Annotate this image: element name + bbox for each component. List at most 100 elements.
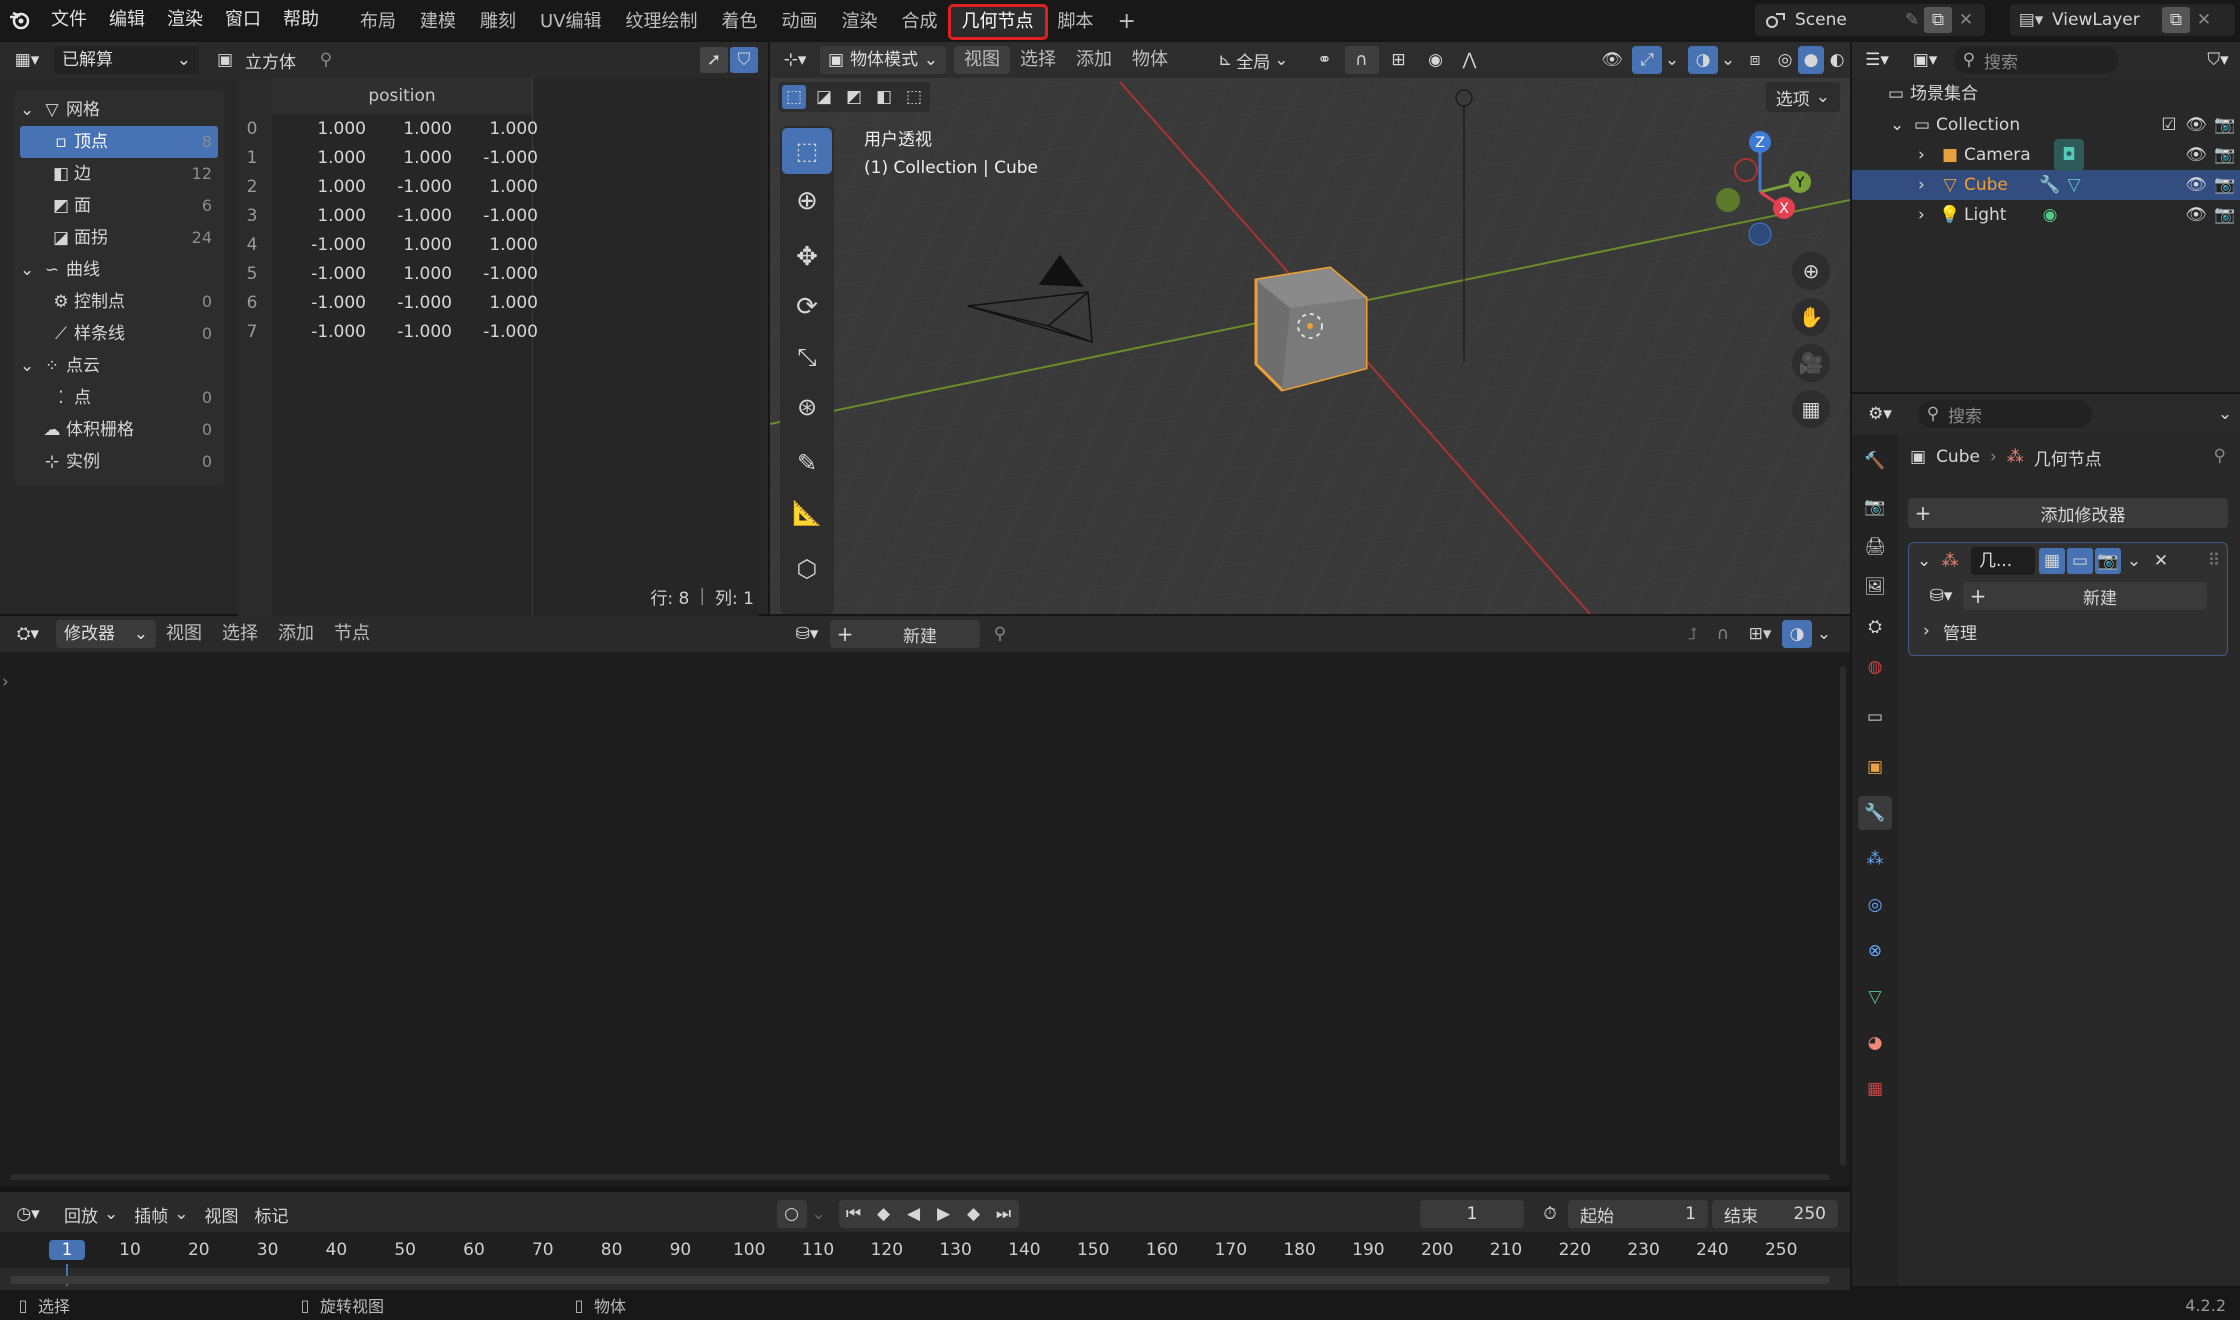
zoom-icon[interactable]: ⊕ (1792, 252, 1830, 290)
tree-item-point[interactable]: ⁚ 点 0 (14, 382, 224, 414)
tree-item-volume[interactable]: ☁ 体积栅格 0 (14, 414, 224, 446)
chevron-down-icon[interactable]: ⌄ (1917, 551, 1935, 571)
tab-sculpting[interactable]: 雕刻 (468, 6, 528, 38)
next-keyframe-icon[interactable]: ◆ (959, 1204, 989, 1224)
data-tab-icon[interactable]: ▽ (1858, 980, 1892, 1014)
keying-menu[interactable]: 插帧 ⌄ (126, 1202, 196, 1227)
outliner-item-cube[interactable]: › ▽ Cube 🔧 ▽ 👁 📷 (1852, 170, 2240, 200)
perspective-toggle-icon[interactable]: ▦ (1792, 390, 1830, 428)
render-camera-icon[interactable]: 📷 (2210, 169, 2240, 201)
material-tab-icon[interactable]: ◕ (1858, 1026, 1892, 1060)
node-tree-type-dropdown[interactable]: 修改器 ⌄ (56, 620, 156, 648)
timeline-menu-marker[interactable]: 标记 (247, 1202, 297, 1227)
snap-icon[interactable]: ∩ (1708, 624, 1738, 644)
sidebar-expand-icon[interactable]: › (2, 672, 9, 692)
jump-end-icon[interactable]: ⏭ (989, 1204, 1019, 1224)
tree-item-mesh[interactable]: ⌄ ▽ 网格 (14, 94, 224, 126)
manage-subpanel[interactable]: › 管理 (1909, 613, 2227, 649)
physics-tab-icon[interactable]: ◎ (1858, 888, 1892, 922)
pin-icon[interactable]: ✎ (1900, 10, 1924, 30)
modifier-name-field[interactable]: 几... (1971, 547, 2035, 575)
properties-search-input[interactable]: ⚲ 搜索 (1918, 400, 2092, 428)
tree-item-face-corner[interactable]: ◪ 面拐 24 (14, 222, 224, 254)
node-tree-browse-icon[interactable]: ⛁▾ (1919, 586, 1963, 606)
new-node-group-button[interactable]: + 新建 (1963, 582, 2207, 610)
timer-icon[interactable]: ⏱ (1532, 1204, 1568, 1224)
render-toggle-icon[interactable]: 📷 (2095, 548, 2121, 574)
editor-type-node-icon[interactable]: ⛭▾ (0, 624, 56, 644)
scene-selector[interactable]: Scene ✎ ⧉ ✕ (1755, 4, 1985, 36)
tab-uv-editing[interactable]: UV编辑 (528, 6, 614, 38)
scene-tab-icon[interactable]: ⛭ (1858, 610, 1892, 644)
play-reverse-icon[interactable]: ◀ (899, 1204, 929, 1224)
new-scene-icon[interactable]: ⧉ (1924, 7, 1952, 33)
node-menu-select[interactable]: 选择 (212, 620, 268, 648)
tree-item-curve[interactable]: ⌄ ∽ 曲线 (14, 254, 224, 286)
chevron-down-icon[interactable]: ⌄ (2210, 404, 2240, 424)
chevron-down-icon[interactable]: ⌄ (1812, 624, 1836, 644)
scene-collection-row[interactable]: ▭ 场景集合 (1852, 78, 2240, 110)
filter-icon[interactable]: ⛉ (730, 47, 758, 73)
chevron-down-icon[interactable]: ⌄ (807, 1204, 831, 1224)
column-header-position[interactable]: position (272, 78, 532, 114)
tree-item-instance[interactable]: ⊹ 实例 0 (14, 446, 224, 478)
tool-tab-icon[interactable]: 🔨 (1858, 444, 1892, 478)
tab-layout[interactable]: 布局 (348, 6, 408, 38)
menu-edit[interactable]: 编辑 (98, 0, 156, 40)
snap-target-icon[interactable]: ⊞▾ (1738, 624, 1782, 644)
navigation-gizmo[interactable]: Z Y X (1700, 128, 1820, 258)
tab-shading[interactable]: 着色 (710, 6, 770, 38)
tab-compositing[interactable]: 合成 (890, 6, 950, 38)
close-scene-icon[interactable]: ✕ (1952, 10, 1980, 30)
filter-icon[interactable]: ⛉▾ (2196, 50, 2240, 70)
editor-type-properties-icon[interactable]: ⚙▾ (1852, 404, 1908, 424)
object-tab-icon[interactable]: ▣ (1858, 750, 1892, 784)
blender-logo-icon[interactable] (0, 0, 40, 40)
outliner-search-input[interactable]: ⚲ 搜索 (1954, 46, 2118, 74)
edit-mode-toggle-icon[interactable]: ▦ (2039, 548, 2065, 574)
view-layer-name[interactable]: ViewLayer (2052, 10, 2162, 30)
pin-icon[interactable]: ⚲ (980, 624, 1020, 644)
auto-keying-icon[interactable]: ○ (776, 1200, 807, 1228)
timeline-menu-view[interactable]: 视图 (197, 1202, 247, 1227)
view-layer-tab-icon[interactable]: 🖼 (1858, 570, 1892, 604)
overlay-toggle-icon[interactable]: ◑ (1782, 620, 1812, 648)
node-editor[interactable]: ⛭▾ 修改器 ⌄ 视图 选择 添加 节点 ⛁▾ + 新建 ⚲ ⮥ ∩ ⊞▾ ◑ ⌄ … (0, 616, 1850, 1186)
pin-icon[interactable]: ⚲ (2214, 446, 2226, 466)
evaluation-mode-dropdown[interactable]: 已解算 ⌄ (54, 46, 199, 74)
add-workspace-button[interactable]: + (1106, 6, 1148, 38)
node-menu-node[interactable]: 节点 (324, 620, 380, 648)
close-icon[interactable]: ✕ (2147, 551, 2175, 571)
display-mode-icon[interactable]: ▣▾ (1902, 50, 1948, 70)
texture-tab-icon[interactable]: ▦ (1858, 1072, 1892, 1106)
collection-tab-icon[interactable]: ▭ (1858, 700, 1892, 734)
menu-file[interactable]: 文件 (40, 0, 98, 40)
editor-type-outliner-icon[interactable]: ☰▾ (1852, 50, 1902, 70)
checkbox-icon[interactable]: ☑ (2156, 109, 2182, 141)
3d-viewport[interactable]: ⊹▾ ▣ 物体模式 ⌄ 视图 选择 添加 物体 ⊾ 全局 ⌄ ⚭ ∩ ⊞ ◉ ⋀ 👁 ⤢… (770, 42, 1850, 614)
end-frame-field[interactable]: 结束 250 (1712, 1200, 1838, 1228)
start-frame-field[interactable]: 起始 1 (1568, 1200, 1708, 1228)
pin-icon[interactable]: ⚲ (306, 50, 346, 70)
node-tree-browse-icon[interactable]: ⛁▾ (784, 624, 830, 644)
eye-icon[interactable]: 👁 (2182, 109, 2210, 141)
tree-item-face[interactable]: ◩ 面 6 (14, 190, 224, 222)
add-modifier-button[interactable]: + 添加修改器 (1908, 498, 2228, 528)
playback-menu[interactable]: 回放 ⌄ (56, 1202, 126, 1227)
modifier-tab-icon[interactable]: 🔧 (1858, 796, 1892, 830)
render-camera-icon[interactable]: 📷 (2210, 139, 2240, 171)
tree-item-edge[interactable]: ◧ 边 12 (14, 158, 224, 190)
jump-start-icon[interactable]: ⏮ (839, 1204, 869, 1224)
tab-geometry-nodes[interactable]: 几何节点 (947, 4, 1048, 40)
tab-texture-paint[interactable]: 纹理绘制 (614, 6, 710, 38)
eye-icon[interactable]: 👁 (2182, 199, 2210, 231)
collection-row[interactable]: ⌄ ▭ Collection ☑ 👁 📷 (1852, 110, 2240, 140)
pan-hand-icon[interactable]: ✋ (1792, 298, 1830, 336)
tree-item-vertex[interactable]: ▫ 顶点 8 (20, 126, 218, 158)
node-menu-add[interactable]: 添加 (268, 620, 324, 648)
render-camera-icon[interactable]: 📷 (2210, 199, 2240, 231)
render-camera-icon[interactable]: 📷 (2210, 109, 2240, 141)
new-view-layer-icon[interactable]: ⧉ (2162, 7, 2190, 33)
scene-name[interactable]: Scene (1795, 10, 1900, 30)
current-frame-field[interactable]: 1 (1420, 1200, 1524, 1228)
